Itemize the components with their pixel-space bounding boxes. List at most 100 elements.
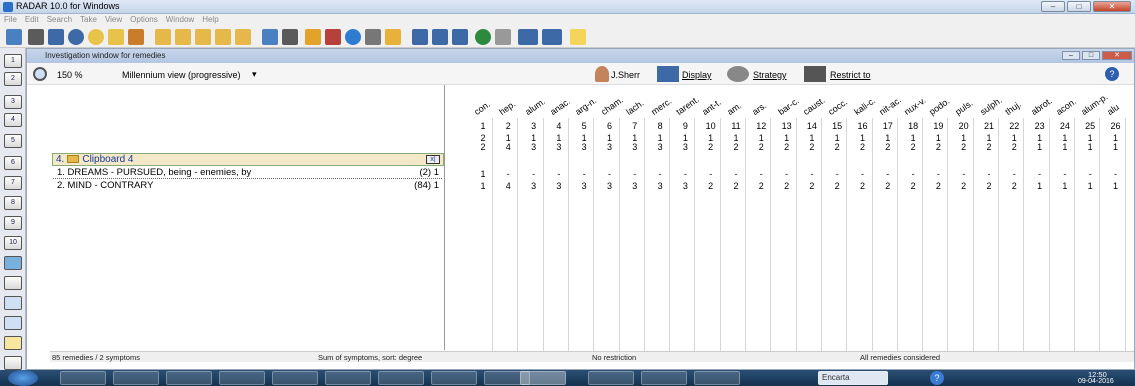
- clipboard-4-button[interactable]: 4: [4, 113, 22, 127]
- remedy-header[interactable]: merc.: [649, 96, 673, 117]
- remedy-header[interactable]: arg-n.: [573, 95, 598, 117]
- remedy-header[interactable]: nit-ac.: [877, 95, 903, 117]
- remedy-header[interactable]: caust.: [801, 95, 826, 117]
- menu-file[interactable]: File: [4, 14, 17, 26]
- restrict-icon[interactable]: [804, 66, 826, 82]
- taskbar-media-icon[interactable]: [219, 371, 265, 385]
- graph-icon[interactable]: [4, 316, 22, 330]
- check-icon[interactable]: [4, 276, 22, 290]
- zoom-icon[interactable]: [33, 67, 47, 81]
- taskbar-radar-icon[interactable]: [520, 371, 566, 385]
- taskbar-ie-icon[interactable]: [166, 371, 212, 385]
- encarta-search-input[interactable]: Encarta: [818, 371, 888, 385]
- folder-icon[interactable]: [155, 29, 171, 45]
- remedy-header[interactable]: bar-c.: [776, 96, 801, 117]
- help-icon[interactable]: ?: [1105, 67, 1119, 81]
- taskbar-acrobat-icon[interactable]: [431, 371, 477, 385]
- inner-close-button[interactable]: ✕: [1102, 51, 1132, 60]
- books-icon[interactable]: [325, 29, 341, 45]
- clipboard-5-button[interactable]: 5: [4, 134, 22, 148]
- menu-search[interactable]: Search: [47, 14, 72, 26]
- inner-maximize-button[interactable]: □: [1082, 51, 1100, 60]
- taskbar-excel-icon[interactable]: [694, 371, 740, 385]
- menu-view[interactable]: View: [105, 14, 122, 26]
- strategy-icon[interactable]: [727, 66, 749, 82]
- number-icon[interactable]: [365, 29, 381, 45]
- bulb-icon[interactable]: [88, 29, 104, 45]
- remedy-header[interactable]: ars.: [751, 100, 769, 117]
- remedy-header[interactable]: alum.: [523, 96, 547, 117]
- taskbar-mail-icon[interactable]: [272, 371, 318, 385]
- clipboard-1-button[interactable]: 1: [4, 54, 22, 68]
- chart-icon[interactable]: [262, 29, 278, 45]
- zoom-level[interactable]: 150 %: [57, 70, 83, 80]
- repertory-icon[interactable]: [305, 29, 321, 45]
- taskbar-hp-icon[interactable]: [325, 371, 371, 385]
- binoculars-icon[interactable]: [28, 29, 44, 45]
- remedy-header[interactable]: tarent.: [675, 94, 702, 117]
- remedy-header[interactable]: am.: [725, 100, 743, 117]
- grid-icon[interactable]: [4, 296, 22, 310]
- clipboard-9-button[interactable]: 9: [4, 216, 22, 230]
- glasses-icon[interactable]: [48, 29, 64, 45]
- tools-icon[interactable]: [128, 29, 144, 45]
- taskbar-paint-icon[interactable]: [588, 371, 634, 385]
- minimize-button[interactable]: –: [1041, 1, 1065, 12]
- display-button[interactable]: Display: [682, 70, 712, 80]
- folder-5-icon[interactable]: [235, 29, 251, 45]
- clipboard-3-button[interactable]: 3: [4, 95, 22, 109]
- notes-icon[interactable]: [412, 29, 428, 45]
- taskbar-chrome-icon[interactable]: [60, 371, 106, 385]
- keyboard-icon[interactable]: [518, 29, 538, 45]
- strategy-button[interactable]: Strategy: [753, 70, 787, 80]
- search-icon[interactable]: [68, 29, 84, 45]
- tree-icon[interactable]: [282, 29, 298, 45]
- target-icon[interactable]: [345, 29, 361, 45]
- remedy-header[interactable]: sulph.: [978, 95, 1003, 117]
- inner-minimize-button[interactable]: –: [1062, 51, 1080, 60]
- remedy-header[interactable]: hep.: [498, 99, 518, 117]
- remedy-header[interactable]: thuj.: [1004, 99, 1024, 117]
- menu-options[interactable]: Options: [130, 14, 158, 26]
- folder-3-icon[interactable]: [195, 29, 211, 45]
- restrict-button[interactable]: Restrict to: [830, 70, 871, 80]
- bulb-icon[interactable]: [4, 336, 22, 350]
- remedy-header[interactable]: acon.: [1054, 96, 1078, 117]
- remedy-header[interactable]: puls.: [953, 98, 974, 117]
- remedy-header[interactable]: alum-p.: [1079, 92, 1109, 117]
- pill-icon[interactable]: [4, 256, 22, 270]
- remedy-header[interactable]: nux-v.: [902, 95, 927, 117]
- globe-icon[interactable]: [475, 29, 491, 45]
- printer-icon[interactable]: [495, 29, 511, 45]
- window-icon[interactable]: [432, 29, 448, 45]
- remedy-header[interactable]: podo.: [928, 96, 952, 117]
- remedy-header[interactable]: abrot.: [1029, 96, 1054, 117]
- menu-help[interactable]: Help: [202, 14, 218, 26]
- close-button[interactable]: ✕: [1093, 1, 1131, 12]
- remedy-header[interactable]: alu: [1105, 102, 1121, 117]
- remedy-header[interactable]: anac.: [548, 96, 572, 117]
- maximize-button[interactable]: □: [1067, 1, 1091, 12]
- taskbar-folder-icon[interactable]: [641, 371, 687, 385]
- clipboard-close-button[interactable]: x|: [426, 155, 440, 164]
- clipboard-7-button[interactable]: 7: [4, 176, 22, 190]
- symptom-row[interactable]: 2. MIND - CONTRARY (84) 1: [53, 180, 442, 192]
- taskbar-word-icon[interactable]: [378, 371, 424, 385]
- clipboard-6-button[interactable]: 6: [4, 156, 22, 170]
- menu-window[interactable]: Window: [166, 14, 194, 26]
- open-icon[interactable]: [6, 29, 22, 45]
- remedy-header[interactable]: cocc.: [826, 97, 849, 117]
- user-name[interactable]: J.Sherr: [611, 70, 640, 80]
- keyboard-2-icon[interactable]: [542, 29, 562, 45]
- help-icon[interactable]: [570, 29, 586, 45]
- taskbar-explorer-icon[interactable]: [113, 371, 159, 385]
- flame-icon[interactable]: [385, 29, 401, 45]
- clock-date[interactable]: 09-04-2016: [1078, 378, 1114, 385]
- remedy-header[interactable]: con.: [472, 99, 492, 117]
- remedy-header[interactable]: kali-c.: [852, 95, 877, 117]
- symptom-row[interactable]: 1. DREAMS - PURSUED, being - enemies, by…: [53, 167, 442, 179]
- clipboard-10-button[interactable]: 10: [4, 236, 22, 250]
- clipboard-header[interactable]: 4. Clipboard 4 x|: [52, 153, 444, 166]
- view-mode-select[interactable]: Millennium view (progressive): [122, 70, 241, 80]
- bulb-plus-icon[interactable]: [108, 29, 124, 45]
